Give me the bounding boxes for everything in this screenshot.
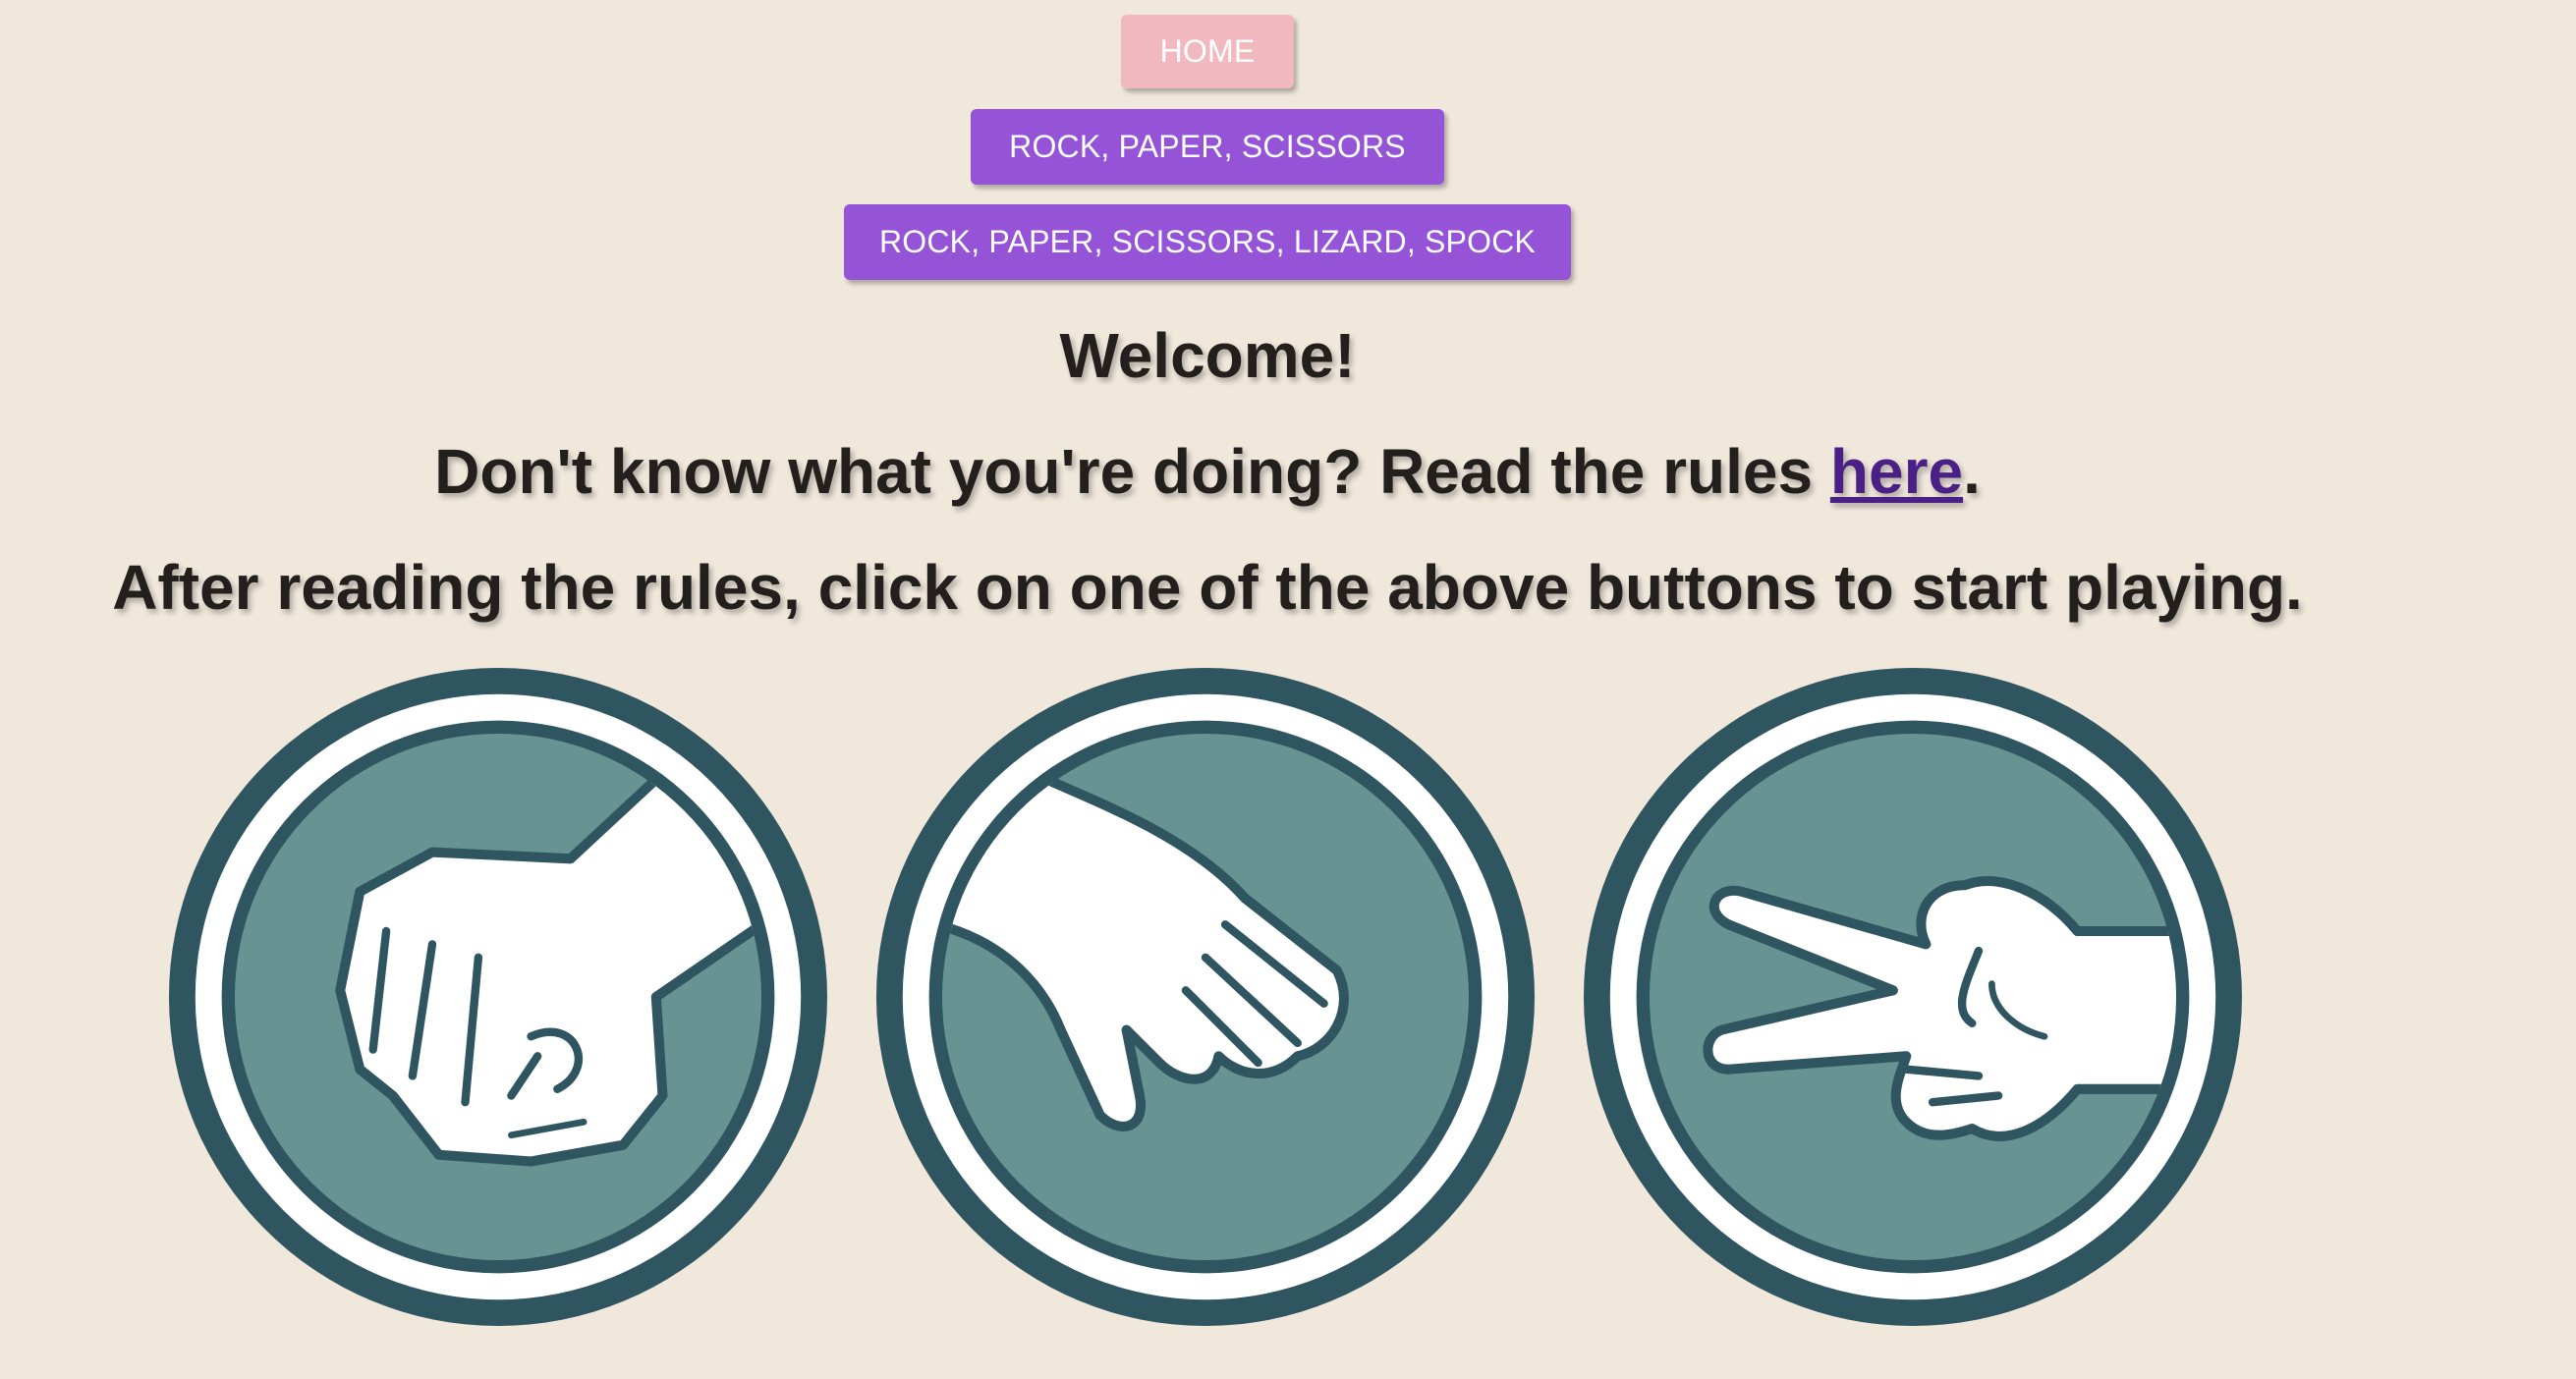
rules-prefix-text: Don't know what you're doing? Read the r… xyxy=(434,436,1830,507)
nav-rpsls-button[interactable]: ROCK, PAPER, SCISSORS, LIZARD, SPOCK xyxy=(844,204,1571,280)
scissors-hand-icon xyxy=(1584,668,2242,1326)
paper-hand-icon xyxy=(876,668,1535,1326)
welcome-heading: Welcome! xyxy=(1059,320,1356,391)
rules-instruction: Don't know what you're doing? Read the r… xyxy=(434,440,1981,503)
rules-suffix-text: . xyxy=(1963,436,1981,507)
start-instruction: After reading the rules, click on one of… xyxy=(112,552,2303,623)
rules-link[interactable]: here xyxy=(1830,436,1963,507)
rock-hand-icon xyxy=(169,668,827,1326)
nav-home-button[interactable]: HOME xyxy=(1121,15,1294,88)
nav-rps-button[interactable]: ROCK, PAPER, SCISSORS xyxy=(971,109,1444,185)
